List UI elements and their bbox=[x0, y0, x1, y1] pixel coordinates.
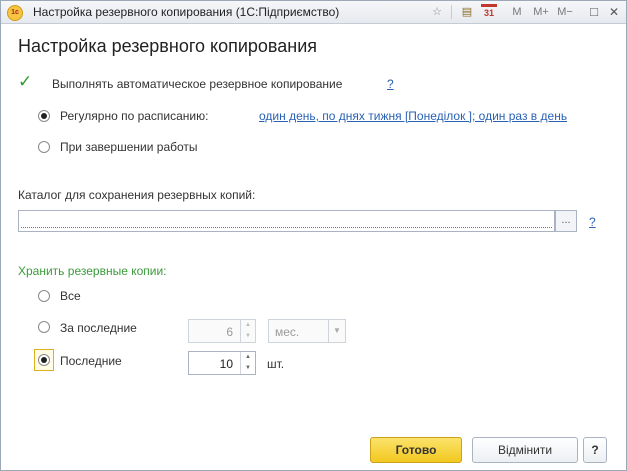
memory-m-button[interactable]: M bbox=[509, 4, 525, 20]
keep-all-radio[interactable] bbox=[38, 290, 50, 302]
catalog-path-input[interactable] bbox=[18, 210, 555, 232]
memory-plus-button[interactable]: M+ bbox=[531, 4, 551, 20]
close-icon[interactable]: ✕ bbox=[607, 4, 621, 20]
schedule-regular-radio[interactable] bbox=[38, 110, 50, 122]
catalog-browse-button[interactable]: ... bbox=[555, 210, 577, 232]
keep-backups-group-title: Хранить резервные копии: bbox=[18, 264, 167, 278]
toolbar-divider bbox=[451, 5, 452, 19]
count-stepper[interactable]: 10 ▲ ▼ bbox=[188, 351, 256, 375]
favorite-star-icon[interactable]: ☆ bbox=[429, 4, 445, 20]
period-value: 6 bbox=[226, 325, 233, 339]
chevron-down-icon[interactable]: ▼ bbox=[328, 320, 345, 342]
keep-all-label[interactable]: Все bbox=[60, 289, 81, 303]
backup-settings-window: 1с Настройка резервного копирования (1С:… bbox=[0, 0, 627, 471]
period-unit-value: мес. bbox=[275, 325, 300, 339]
app-logo-icon: 1с bbox=[7, 5, 23, 21]
catalog-label: Каталог для сохранения резервных копий: bbox=[18, 188, 256, 202]
document-icon[interactable]: ▤ bbox=[459, 4, 475, 20]
keep-last-period-label[interactable]: За последние bbox=[60, 321, 137, 335]
schedule-details-link[interactable]: один день, по днях тижня [Понеділок ]; о… bbox=[259, 109, 567, 123]
keep-last-period-radio[interactable] bbox=[38, 321, 50, 333]
memory-minus-button[interactable]: M− bbox=[555, 4, 575, 20]
ok-button[interactable]: Готово bbox=[370, 437, 462, 463]
count-value: 10 bbox=[219, 357, 233, 371]
keep-last-count-radio[interactable] bbox=[38, 354, 50, 366]
schedule-on-exit-radio[interactable] bbox=[38, 141, 50, 153]
schedule-on-exit-label[interactable]: При завершении работы bbox=[60, 140, 198, 154]
auto-backup-checkbox[interactable]: ✓ bbox=[18, 73, 34, 90]
page-title: Настройка резервного копирования bbox=[18, 36, 318, 56]
window-title: Настройка резервного копирования (1С:Під… bbox=[33, 5, 340, 19]
period-stepper-arrows-icon[interactable]: ▲ ▼ bbox=[240, 320, 255, 342]
help-button[interactable]: ? bbox=[583, 437, 607, 463]
period-stepper[interactable]: 6 ▲ ▼ bbox=[188, 319, 256, 343]
period-unit-select[interactable]: мес. ▼ bbox=[268, 319, 346, 343]
count-stepper-arrows-icon[interactable]: ▲ ▼ bbox=[240, 352, 255, 374]
keep-last-count-label[interactable]: Последние bbox=[60, 354, 122, 368]
auto-backup-help-link[interactable]: ? bbox=[387, 77, 394, 91]
auto-backup-label[interactable]: Выполнять автоматическое резервное копир… bbox=[52, 77, 342, 91]
calendar-icon[interactable]: 31 bbox=[481, 4, 497, 20]
restore-window-icon[interactable]: □ bbox=[587, 4, 601, 20]
cancel-button[interactable]: Відмінити bbox=[472, 437, 578, 463]
count-unit-label: шт. bbox=[267, 357, 285, 371]
title-bar: 1с Настройка резервного копирования (1С:… bbox=[1, 1, 626, 24]
catalog-help-link[interactable]: ? bbox=[589, 215, 596, 229]
schedule-regular-label[interactable]: Регулярно по расписанию: bbox=[60, 109, 208, 123]
